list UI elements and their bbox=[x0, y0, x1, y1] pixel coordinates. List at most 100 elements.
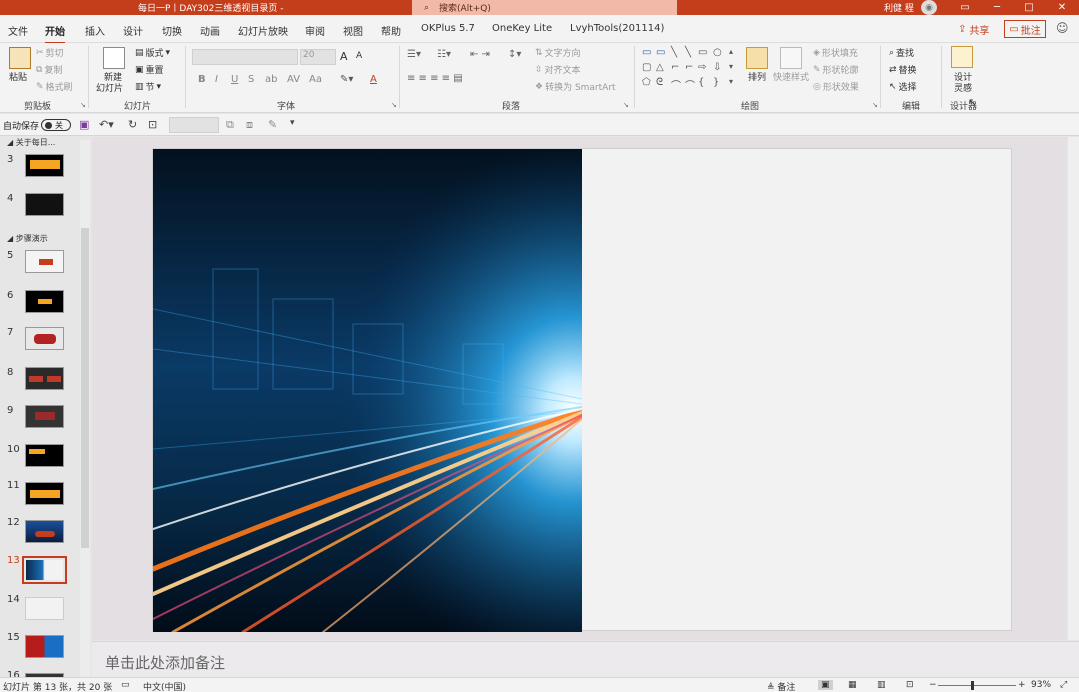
slide-thumbnail[interactable] bbox=[25, 520, 64, 543]
rectangle-shape-icon[interactable]: ▭ bbox=[698, 47, 707, 58]
qat-combo[interactable] bbox=[169, 117, 219, 133]
zoom-level[interactable]: 93% bbox=[1031, 680, 1051, 690]
slide-thumbnail[interactable] bbox=[25, 290, 64, 313]
paste-button[interactable]: 粘贴 bbox=[9, 70, 27, 83]
restore-button[interactable]: □ bbox=[1012, 0, 1046, 15]
replace-button[interactable]: ⇄ 替换 bbox=[889, 63, 917, 77]
shape-outline-button[interactable]: ✎ 形状轮廓 bbox=[813, 63, 859, 77]
bullets-icon[interactable]: ☰▾ bbox=[407, 49, 421, 60]
tab-okplus[interactable]: OKPlus 5.7 bbox=[421, 23, 475, 34]
arrow-right-shape-icon[interactable]: ⇨ bbox=[698, 62, 706, 73]
tab-lvyhtools[interactable]: LvyhTools(201114) bbox=[570, 23, 664, 34]
slide-panel-scrollbar[interactable] bbox=[80, 140, 90, 677]
zoom-out-button[interactable]: − bbox=[929, 680, 937, 690]
tab-help[interactable]: 帮助 bbox=[381, 23, 401, 38]
arc-shape-icon[interactable]: ⌒ bbox=[671, 77, 681, 92]
tab-review[interactable]: 审阅 bbox=[305, 23, 325, 38]
ribbon-display-button[interactable]: ▭ bbox=[948, 0, 982, 15]
search-box[interactable]: ⌕ 搜索(Alt+Q) bbox=[412, 0, 677, 15]
format-painter-button[interactable]: ✎ 格式刷 bbox=[36, 80, 73, 94]
alignment-icons[interactable]: ≡ ≡ ≡ ≡ ▤ bbox=[407, 73, 463, 84]
zoom-slider-thumb[interactable] bbox=[971, 681, 974, 690]
arrow-down-shape-icon[interactable]: ⇩ bbox=[713, 62, 721, 73]
elbow-connector-icon[interactable]: ⌐ bbox=[671, 62, 679, 73]
quick-styles-button[interactable]: 快速样式 bbox=[773, 70, 809, 83]
slide-sorter-icon[interactable]: ▦ bbox=[848, 680, 857, 690]
shapes-gallery[interactable]: ▭ ▭ ╲ ╲ ▭ ○ ▢ △ ⌐ ⌐ ⇨ ⇩ ⬠ ᘓ ⌒ ⌒ { } ▴ ▾ … bbox=[641, 47, 741, 92]
oval-shape-icon[interactable]: ○ bbox=[713, 47, 722, 58]
share-button[interactable]: ⇪ 共享 bbox=[953, 20, 994, 38]
textbox-shape-icon[interactable]: ▭ bbox=[642, 47, 651, 58]
tab-view[interactable]: 视图 bbox=[343, 23, 363, 38]
font-size-combo[interactable]: 20 bbox=[300, 49, 336, 65]
gallery-scroll-up-icon[interactable]: ▴ bbox=[729, 47, 733, 56]
user-name[interactable]: 利健 程 bbox=[884, 1, 914, 14]
slide-image[interactable] bbox=[153, 149, 582, 632]
slide-thumbnail[interactable] bbox=[25, 367, 64, 390]
font-launcher-icon[interactable]: ↘ bbox=[391, 101, 397, 109]
autosave-toggle[interactable]: 关 bbox=[41, 119, 71, 131]
indent-icon[interactable]: ⇤ ⇥ bbox=[470, 49, 490, 60]
canvas-scrollbar[interactable] bbox=[1068, 137, 1079, 640]
section-header[interactable]: ◢ 关于每日... bbox=[7, 137, 55, 148]
freeform-shape-icon[interactable]: ⬠ bbox=[642, 77, 651, 88]
line-spacing-icon[interactable]: ↕▾ bbox=[508, 49, 521, 60]
start-slideshow-icon[interactable]: ⊡ bbox=[148, 118, 157, 131]
section-button[interactable]: ▥ 节 ▾ bbox=[135, 80, 161, 94]
slide-thumbnail[interactable] bbox=[25, 405, 64, 428]
tab-transitions[interactable]: 切换 bbox=[162, 23, 182, 38]
numbering-icon[interactable]: ☷▾ bbox=[437, 49, 451, 60]
brace-shape-icon[interactable]: } bbox=[713, 77, 719, 88]
layout-button[interactable]: ▤ 版式 ▾ bbox=[135, 46, 170, 60]
shape-fill-button[interactable]: ◈ 形状填充 bbox=[813, 46, 858, 60]
slide-thumbnail[interactable] bbox=[25, 327, 64, 350]
arc-shape-icon[interactable]: ⌒ bbox=[685, 77, 695, 92]
grow-font-button[interactable]: A bbox=[340, 50, 348, 63]
slide-thumbnail[interactable] bbox=[25, 444, 64, 467]
brace-shape-icon[interactable]: { bbox=[698, 77, 704, 88]
clipboard-launcher-icon[interactable]: ↘ bbox=[80, 101, 86, 109]
slide-thumbnail[interactable] bbox=[25, 597, 64, 620]
highlight-icon[interactable]: ✎▾ bbox=[340, 74, 353, 85]
italic-button[interactable]: I bbox=[215, 74, 218, 85]
slide-thumbnail[interactable] bbox=[25, 482, 64, 505]
arrange-icon[interactable] bbox=[746, 47, 768, 69]
close-button[interactable]: ✕ bbox=[1045, 0, 1079, 15]
redo-icon[interactable]: ↻ bbox=[128, 118, 137, 131]
group-icon[interactable]: ⧈ bbox=[246, 118, 253, 132]
tab-file[interactable]: 文件 bbox=[8, 23, 28, 38]
quick-styles-icon[interactable] bbox=[780, 47, 802, 69]
reading-view-icon[interactable]: ▥ bbox=[877, 680, 886, 690]
zoom-slider[interactable] bbox=[938, 685, 1016, 686]
curve-shape-icon[interactable]: ᘓ bbox=[656, 77, 663, 88]
vertical-textbox-shape-icon[interactable]: ▭ bbox=[656, 47, 665, 58]
strikethrough-button[interactable]: S bbox=[248, 74, 254, 85]
slide-thumbnail-selected[interactable] bbox=[22, 556, 67, 584]
slide-thumbnail[interactable] bbox=[25, 250, 64, 273]
accessibility-icon[interactable]: ▭ bbox=[121, 680, 130, 690]
drawing-launcher-icon[interactable]: ↘ bbox=[872, 101, 878, 109]
new-slide-icon[interactable] bbox=[103, 47, 125, 69]
shrink-font-button[interactable]: A bbox=[356, 51, 362, 61]
select-button[interactable]: ↖ 选择 bbox=[889, 80, 917, 94]
comment-button[interactable]: ▭ 批注 bbox=[1004, 20, 1046, 38]
designer-icon[interactable] bbox=[951, 46, 973, 68]
duplicate-icon[interactable]: ⧉ bbox=[226, 118, 234, 132]
text-direction-button[interactable]: ⇅ 文字方向 bbox=[535, 46, 581, 60]
tab-slideshow[interactable]: 幻灯片放映 bbox=[238, 23, 288, 38]
slideshow-icon[interactable]: ⊡ bbox=[906, 680, 914, 690]
fit-to-window-icon[interactable]: ⤢ bbox=[1060, 680, 1067, 690]
tab-animations[interactable]: 动画 bbox=[200, 23, 220, 38]
slide-thumbnail[interactable] bbox=[25, 635, 64, 658]
current-slide[interactable] bbox=[152, 148, 1012, 632]
cut-button[interactable]: ✂ 剪切 bbox=[36, 46, 64, 60]
shadow-button[interactable]: ab bbox=[265, 74, 277, 85]
format-painter-icon[interactable]: ✎ bbox=[268, 118, 277, 131]
zoom-in-button[interactable]: + bbox=[1018, 680, 1026, 690]
avatar[interactable]: ◉ bbox=[921, 0, 937, 15]
paragraph-launcher-icon[interactable]: ↘ bbox=[623, 101, 629, 109]
notes-toggle[interactable]: ≜ 备注 bbox=[767, 680, 795, 692]
line-shape-icon[interactable]: ╲ bbox=[671, 47, 677, 58]
designer-label-2[interactable]: 灵感 bbox=[954, 81, 972, 94]
tab-home[interactable]: 开始 bbox=[45, 23, 65, 44]
